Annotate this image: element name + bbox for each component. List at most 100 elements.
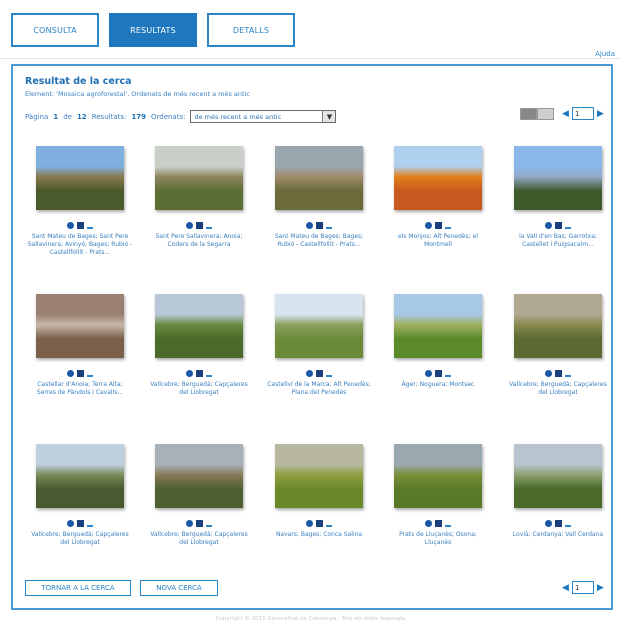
result-thumbnail[interactable] [36,294,124,358]
info-icon[interactable] [306,370,313,377]
result-thumbnail[interactable] [394,294,482,358]
add-to-cart-icon[interactable] [316,520,323,527]
result-caption[interactable]: Vallcebre; Berguedà; Capçaleres del Llob… [140,531,258,547]
link-icon[interactable] [565,222,571,229]
info-icon[interactable] [67,520,74,527]
result-thumbnail[interactable] [514,444,602,508]
result-caption[interactable]: Castellví de la Marca; Alt Penedès; Plan… [260,381,378,397]
result-item[interactable]: Sant Mateu de Bages; Sant Pere Sallavine… [21,146,139,257]
info-icon[interactable] [306,222,313,229]
grid-view-icon[interactable] [520,108,537,120]
result-thumbnail[interactable] [155,294,243,358]
result-item[interactable]: Lovià; Cerdanya; Vall Cerdana [499,444,617,539]
result-item[interactable]: Vallcebre; Berguedà; Capçaleres del Llob… [140,444,258,547]
result-item[interactable]: Sant Pere Sallavinera; Anoia; Coders de … [140,146,258,249]
link-icon[interactable] [565,370,571,377]
result-caption[interactable]: Sant Mateu de Bages; Bages; Rubió - Cast… [260,233,378,249]
add-to-cart-icon[interactable] [316,222,323,229]
prev-page-icon[interactable]: ◀ [561,109,570,119]
link-icon[interactable] [87,222,93,229]
new-search-button[interactable]: NOVA CERCA [140,580,218,596]
result-caption[interactable]: Vallcebre; Berguedà; Capçaleres del Llob… [499,381,617,397]
result-thumbnail[interactable] [275,146,363,210]
link-icon[interactable] [206,370,212,377]
add-to-cart-icon[interactable] [196,370,203,377]
link-icon[interactable] [206,222,212,229]
tab-detalls[interactable]: DETALLS [207,13,295,47]
result-caption[interactable]: la Vall d'en Bas; Garrotxa; Castellet i … [499,233,617,249]
help-link[interactable]: Ajuda [595,50,615,58]
result-thumbnail[interactable] [275,444,363,508]
result-item[interactable]: Vallcebre; Berguedà; Capçaleres del Llob… [140,294,258,397]
link-icon[interactable] [87,370,93,377]
add-to-cart-icon[interactable] [77,222,84,229]
result-thumbnail[interactable] [155,146,243,210]
sort-order-select[interactable]: de més recent a més antic ▼ [190,110,337,123]
link-icon[interactable] [565,520,571,527]
tab-consulta[interactable]: CONSULTA [11,13,99,47]
add-to-cart-icon[interactable] [555,222,562,229]
list-view-icon[interactable] [537,108,554,120]
link-icon[interactable] [445,370,451,377]
chevron-down-icon[interactable]: ▼ [322,111,336,122]
link-icon[interactable] [206,520,212,527]
link-icon[interactable] [326,222,332,229]
result-caption[interactable]: Prats de Lluçanès; Osona; Lluçanès [379,531,497,547]
add-to-cart-icon[interactable] [435,222,442,229]
result-item[interactable]: Navars; Bages; Conca Salina [260,444,378,539]
add-to-cart-icon[interactable] [435,370,442,377]
result-caption[interactable]: Vallcebre; Berguedà; Capçaleres del Llob… [140,381,258,397]
next-page-icon[interactable]: ▶ [596,583,605,593]
result-caption[interactable]: Àger; Noguera; Montsec [379,381,497,389]
result-caption[interactable]: Sant Pere Sallavinera; Anoia; Coders de … [140,233,258,249]
result-thumbnail[interactable] [36,444,124,508]
result-thumbnail[interactable] [514,294,602,358]
info-icon[interactable] [425,520,432,527]
add-to-cart-icon[interactable] [77,520,84,527]
result-item[interactable]: Castellví de la Marca; Alt Penedès; Plan… [260,294,378,397]
info-icon[interactable] [67,222,74,229]
add-to-cart-icon[interactable] [555,520,562,527]
info-icon[interactable] [545,370,552,377]
result-caption[interactable]: Vallcebre; Berguedà; Capçaleres del Llob… [21,531,139,547]
result-item[interactable]: els Monjos; Alt Penedès; el Montmell [379,146,497,249]
info-icon[interactable] [545,222,552,229]
info-icon[interactable] [67,370,74,377]
prev-page-icon[interactable]: ◀ [561,583,570,593]
result-item[interactable]: Vallcebre; Berguedà; Capçaleres del Llob… [499,294,617,397]
result-thumbnail[interactable] [155,444,243,508]
add-to-cart-icon[interactable] [435,520,442,527]
result-thumbnail[interactable] [275,294,363,358]
next-page-icon[interactable]: ▶ [596,109,605,119]
page-input-bottom[interactable]: 1 [572,581,594,594]
info-icon[interactable] [306,520,313,527]
back-to-search-button[interactable]: TORNAR A LA CERCA [25,580,131,596]
result-caption[interactable]: Lovià; Cerdanya; Vall Cerdana [499,531,617,539]
info-icon[interactable] [425,222,432,229]
link-icon[interactable] [445,520,451,527]
result-caption[interactable]: Castellar d'Anoia; Terra Alta; Serres de… [21,381,139,397]
info-icon[interactable] [186,520,193,527]
info-icon[interactable] [425,370,432,377]
link-icon[interactable] [87,520,93,527]
add-to-cart-icon[interactable] [316,370,323,377]
result-item[interactable]: Prats de Lluçanès; Osona; Lluçanès [379,444,497,547]
result-item[interactable]: Àger; Noguera; Montsec [379,294,497,389]
result-thumbnail[interactable] [36,146,124,210]
result-item[interactable]: la Vall d'en Bas; Garrotxa; Castellet i … [499,146,617,249]
result-thumbnail[interactable] [514,146,602,210]
result-item[interactable]: Sant Mateu de Bages; Bages; Rubió - Cast… [260,146,378,249]
result-item[interactable]: Vallcebre; Berguedà; Capçaleres del Llob… [21,444,139,547]
info-icon[interactable] [186,222,193,229]
link-icon[interactable] [326,370,332,377]
tab-resultats[interactable]: RESULTATS [109,13,197,47]
result-thumbnail[interactable] [394,444,482,508]
result-thumbnail[interactable] [394,146,482,210]
result-caption[interactable]: Navars; Bages; Conca Salina [260,531,378,539]
result-caption[interactable]: Sant Mateu de Bages; Sant Pere Sallavine… [21,233,139,257]
info-icon[interactable] [545,520,552,527]
add-to-cart-icon[interactable] [555,370,562,377]
add-to-cart-icon[interactable] [196,222,203,229]
result-caption[interactable]: els Monjos; Alt Penedès; el Montmell [379,233,497,249]
link-icon[interactable] [326,520,332,527]
